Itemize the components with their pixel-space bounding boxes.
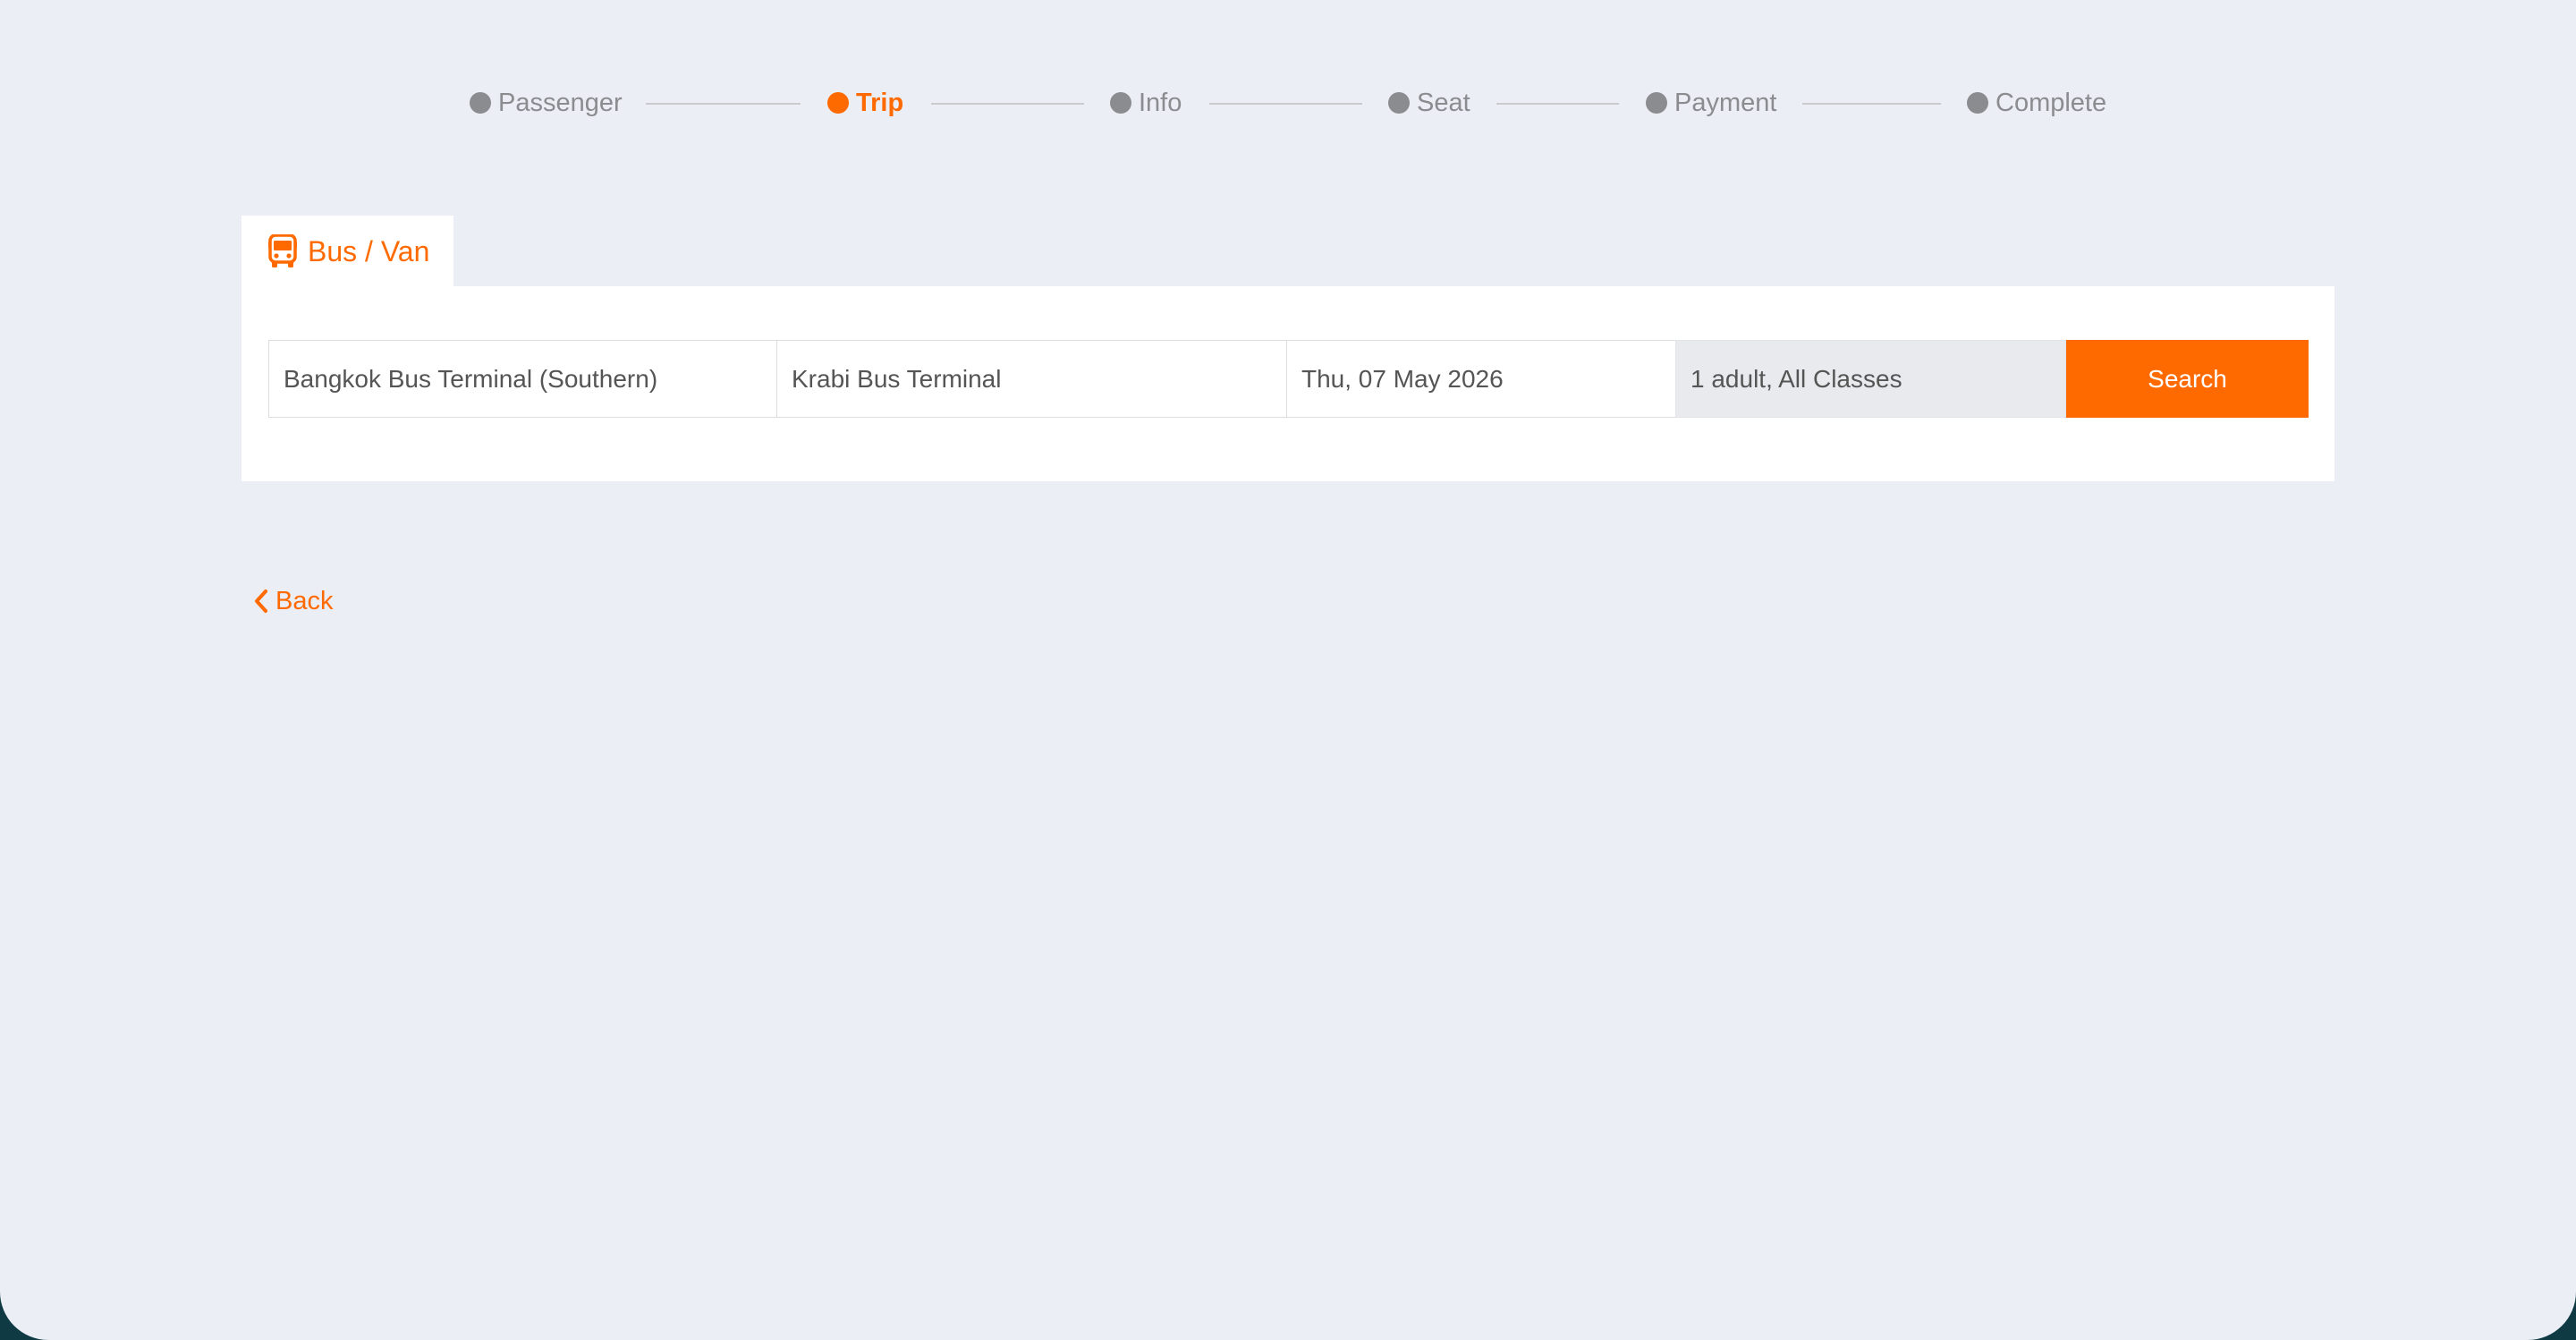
step-trip: Trip xyxy=(827,85,903,121)
step-dot xyxy=(1646,92,1667,114)
tab-label: Bus / Van xyxy=(308,234,430,267)
booking-stepper: Passenger Trip Info Seat Payment Complet… xyxy=(0,85,2576,121)
step-dot-active xyxy=(827,92,849,114)
back-link[interactable]: Back xyxy=(252,583,333,619)
step-connector xyxy=(1802,103,1941,105)
back-label: Back xyxy=(275,586,334,615)
step-label: Payment xyxy=(1674,88,1777,117)
step-dot xyxy=(1967,92,1988,114)
tab-bus-van[interactable]: Bus / Van xyxy=(242,216,453,287)
step-label: Trip xyxy=(856,88,904,117)
step-label: Complete xyxy=(1996,88,2107,117)
app-window: Passenger Trip Info Seat Payment Complet… xyxy=(0,0,2576,1340)
step-dot xyxy=(470,92,491,114)
date-field[interactable]: Thu, 07 May 2026 xyxy=(1286,340,1676,418)
step-info: Info xyxy=(1110,85,1182,121)
chevron-left-icon xyxy=(252,588,270,615)
search-panel: Bangkok Bus Terminal (Southern) Krabi Bu… xyxy=(242,286,2334,481)
step-payment: Payment xyxy=(1646,85,1776,121)
step-dot xyxy=(1388,92,1410,114)
search-button[interactable]: Search xyxy=(2066,340,2309,418)
step-label: Passenger xyxy=(498,88,623,117)
passengers-field[interactable]: 1 adult, All Classes xyxy=(1675,340,2066,418)
step-connector xyxy=(1496,103,1619,105)
step-connector xyxy=(931,103,1084,105)
step-label: Seat xyxy=(1417,88,1470,117)
step-connector xyxy=(646,103,801,105)
step-seat: Seat xyxy=(1388,85,1470,121)
step-passenger: Passenger xyxy=(470,85,623,121)
step-dot xyxy=(1110,92,1131,114)
origin-field[interactable]: Bangkok Bus Terminal (Southern) xyxy=(268,340,777,418)
destination-field[interactable]: Krabi Bus Terminal xyxy=(776,340,1287,418)
step-complete: Complete xyxy=(1967,85,2106,121)
step-label: Info xyxy=(1139,88,1182,117)
bus-icon xyxy=(268,233,297,268)
step-connector xyxy=(1209,103,1362,105)
